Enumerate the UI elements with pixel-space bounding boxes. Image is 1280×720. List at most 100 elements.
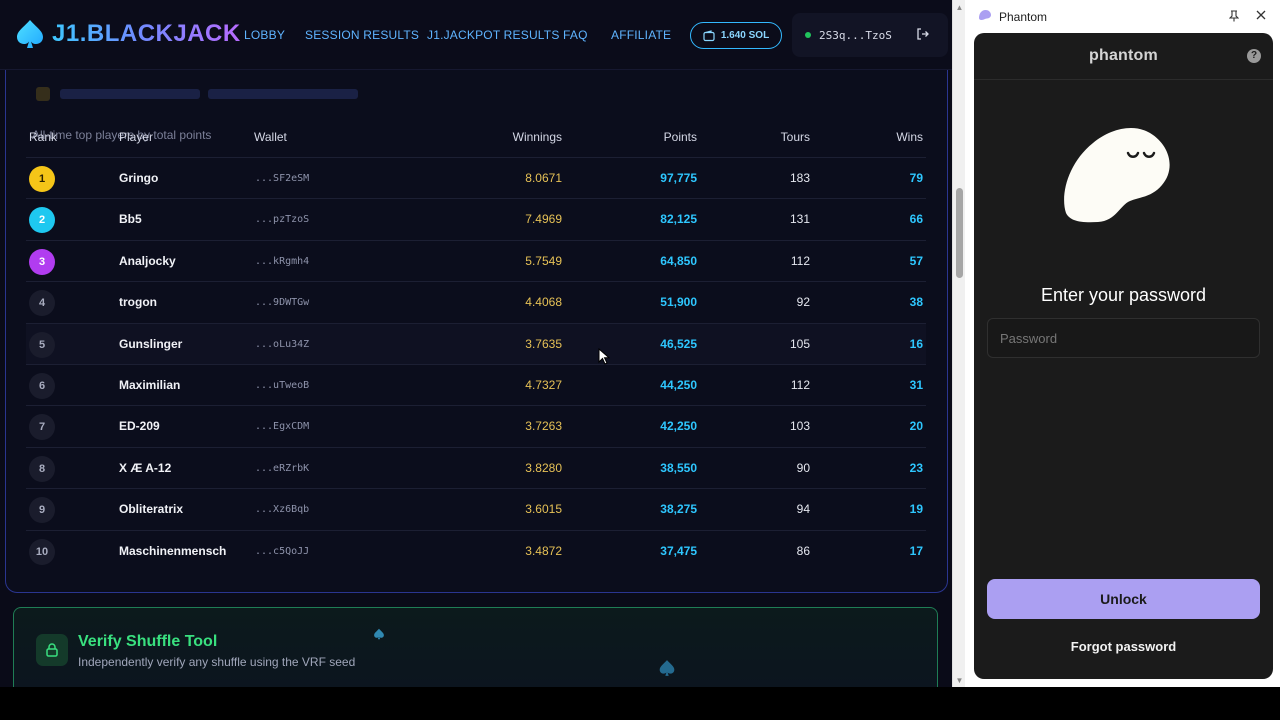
player-points: 82,125 [660, 212, 697, 226]
rank-badge: 10 [29, 539, 55, 565]
rank-badge: 7 [29, 414, 55, 440]
row-divider [26, 323, 926, 324]
nav-jackpot-results[interactable]: J1.JACKPOT RESULTS [427, 28, 560, 42]
nav-lobby[interactable]: LOBBY [244, 28, 285, 42]
scroll-down-icon[interactable]: ▼ [955, 676, 964, 685]
player-wallet: ...uTweoB [255, 380, 310, 391]
row-divider [26, 364, 926, 365]
page-scrollbar[interactable]: ▲ ▼ [952, 0, 965, 687]
player-wallet: ...EgxCDM [255, 421, 310, 432]
player-tours: 90 [796, 461, 810, 475]
player-name: Maschinenmensch [119, 544, 227, 558]
balance-button[interactable]: 1.640 SOL [690, 22, 782, 49]
header-points: Points [663, 130, 697, 144]
player-winnings: 4.7327 [525, 378, 562, 392]
phantom-brand: phantom [1089, 47, 1158, 64]
password-heading: Enter your password [1040, 285, 1207, 305]
top-nav: J1.BLACKJACK LOBBY SESSION RESULTS J1.JA… [0, 0, 952, 70]
player-wallet: ...pzTzoS [255, 214, 310, 225]
nav-faq[interactable]: FAQ [563, 28, 588, 42]
player-name: ED-209 [119, 419, 160, 433]
player-tours: 103 [789, 419, 810, 433]
row-divider [26, 240, 926, 241]
rank-badge: 3 [29, 249, 55, 275]
verify-subtitle: Independently verify any shuffle using t… [78, 655, 356, 669]
close-icon[interactable] [1256, 10, 1266, 20]
logout-icon[interactable] [916, 27, 930, 41]
rank-badge: 8 [29, 456, 55, 482]
phantom-window: Phantom phantom ? Enter your password Un… [965, 0, 1280, 687]
player-points: 38,275 [660, 502, 697, 516]
player-points: 42,250 [660, 419, 697, 433]
rank-badge: 6 [29, 373, 55, 399]
unlock-button[interactable]: Unlock [987, 579, 1260, 619]
player-winnings: 3.7263 [525, 419, 562, 433]
player-winnings: 7.4969 [525, 212, 562, 226]
player-tours: 183 [789, 171, 810, 185]
row-divider [26, 488, 926, 489]
table-row[interactable]: 10 Maschinenmensch ...c5QoJJ 3.4872 37,475 86… [26, 531, 926, 572]
player-points: 97,775 [660, 171, 697, 185]
player-wallet: ...eRZrbK [255, 463, 310, 474]
row-divider [26, 530, 926, 531]
logo[interactable]: J1.BLACKJACK [14, 18, 241, 50]
player-wins: 57 [909, 254, 923, 268]
scrollbar-thumb[interactable] [956, 188, 963, 278]
table-row[interactable]: 7 ED-209 ...EgxCDM 3.7263 42,250 103 20 [26, 406, 926, 447]
player-winnings: 4.4068 [525, 295, 562, 309]
player-name: Obliteratrix [119, 502, 184, 516]
panel-title-faded [36, 87, 358, 101]
wallet-icon [703, 29, 715, 41]
table-row[interactable]: 5 Gunslinger ...oLu34Z 3.7635 46,525 105 16 [26, 324, 926, 365]
player-winnings: 3.7635 [525, 337, 562, 351]
connected-dot-icon [805, 32, 811, 38]
help-icon[interactable]: ? [1247, 49, 1261, 63]
player-wallet: ...9DWTGw [255, 297, 310, 308]
player-tours: 92 [796, 295, 810, 309]
phantom-ghost-icon [1064, 128, 1170, 223]
scroll-up-icon[interactable]: ▲ [955, 3, 964, 12]
player-wins: 79 [909, 171, 923, 185]
table-row[interactable]: 6 Maximilian ...uTweoB 4.7327 44,250 112 31 [26, 365, 926, 406]
table-row[interactable]: 2 Bb5 ...pzTzoS 7.4969 82,125 131 66 [26, 199, 926, 240]
player-wins: 17 [909, 544, 923, 558]
player-name: Gringo [119, 171, 159, 185]
header-rank: Rank [29, 130, 58, 144]
row-divider [26, 157, 926, 158]
player-points: 51,900 [660, 295, 697, 309]
row-divider [26, 405, 926, 406]
nav-affiliate[interactable]: AFFILIATE [611, 28, 671, 42]
player-tours: 94 [796, 502, 810, 516]
verify-shuffle-card[interactable]: Verify Shuffle Tool Independently verify… [13, 607, 938, 687]
spade-decoration-icon-2 [659, 660, 675, 676]
table-header: Rank Player Wallet Winnings Points Tours… [26, 130, 926, 150]
table-row[interactable]: 9 Obliteratrix ...Xz6Bqb 3.6015 38,275 94 19 [26, 489, 926, 530]
table-row[interactable]: 3 Analjocky ...kRgmh4 5.7549 64,850 112 57 [26, 241, 926, 282]
player-winnings: 5.7549 [525, 254, 562, 268]
password-input[interactable] [987, 318, 1260, 358]
player-name: Maximilian [119, 378, 181, 392]
player-wallet: ...SF2eSM [255, 173, 310, 184]
spade-decoration-icon [374, 628, 384, 640]
player-winnings: 3.8280 [525, 461, 562, 475]
player-wins: 20 [909, 419, 923, 433]
rank-badge: 1 [29, 166, 55, 192]
pin-icon[interactable] [1229, 10, 1239, 22]
balance-amount: 1.640 SOL [720, 30, 770, 41]
player-tours: 112 [790, 378, 810, 392]
wallet-address: 2S3q...TzoS [819, 28, 892, 42]
row-divider [26, 198, 926, 199]
player-points: 37,475 [660, 544, 697, 558]
player-wins: 66 [909, 212, 923, 226]
nav-session-results[interactable]: SESSION RESULTS [305, 28, 419, 42]
divider [974, 79, 1273, 80]
player-tours: 86 [796, 544, 810, 558]
blackjack-app: All-time top players by total points Ran… [0, 0, 952, 687]
wallet-status[interactable]: 2S3q...TzoS [792, 13, 948, 57]
forgot-password-link[interactable]: Forgot password [974, 639, 1273, 654]
table-row[interactable]: 8 X Æ A-12 ...eRZrbK 3.8280 38,550 90 23 [26, 448, 926, 489]
table-row[interactable]: 1 Gringo ...SF2eSM 8.0671 97,775 183 79 [26, 158, 926, 199]
player-tours: 112 [790, 254, 810, 268]
table-row[interactable]: 4 trogon ...9DWTGw 4.4068 51,900 92 38 [26, 282, 926, 323]
player-winnings: 8.0671 [525, 171, 562, 185]
